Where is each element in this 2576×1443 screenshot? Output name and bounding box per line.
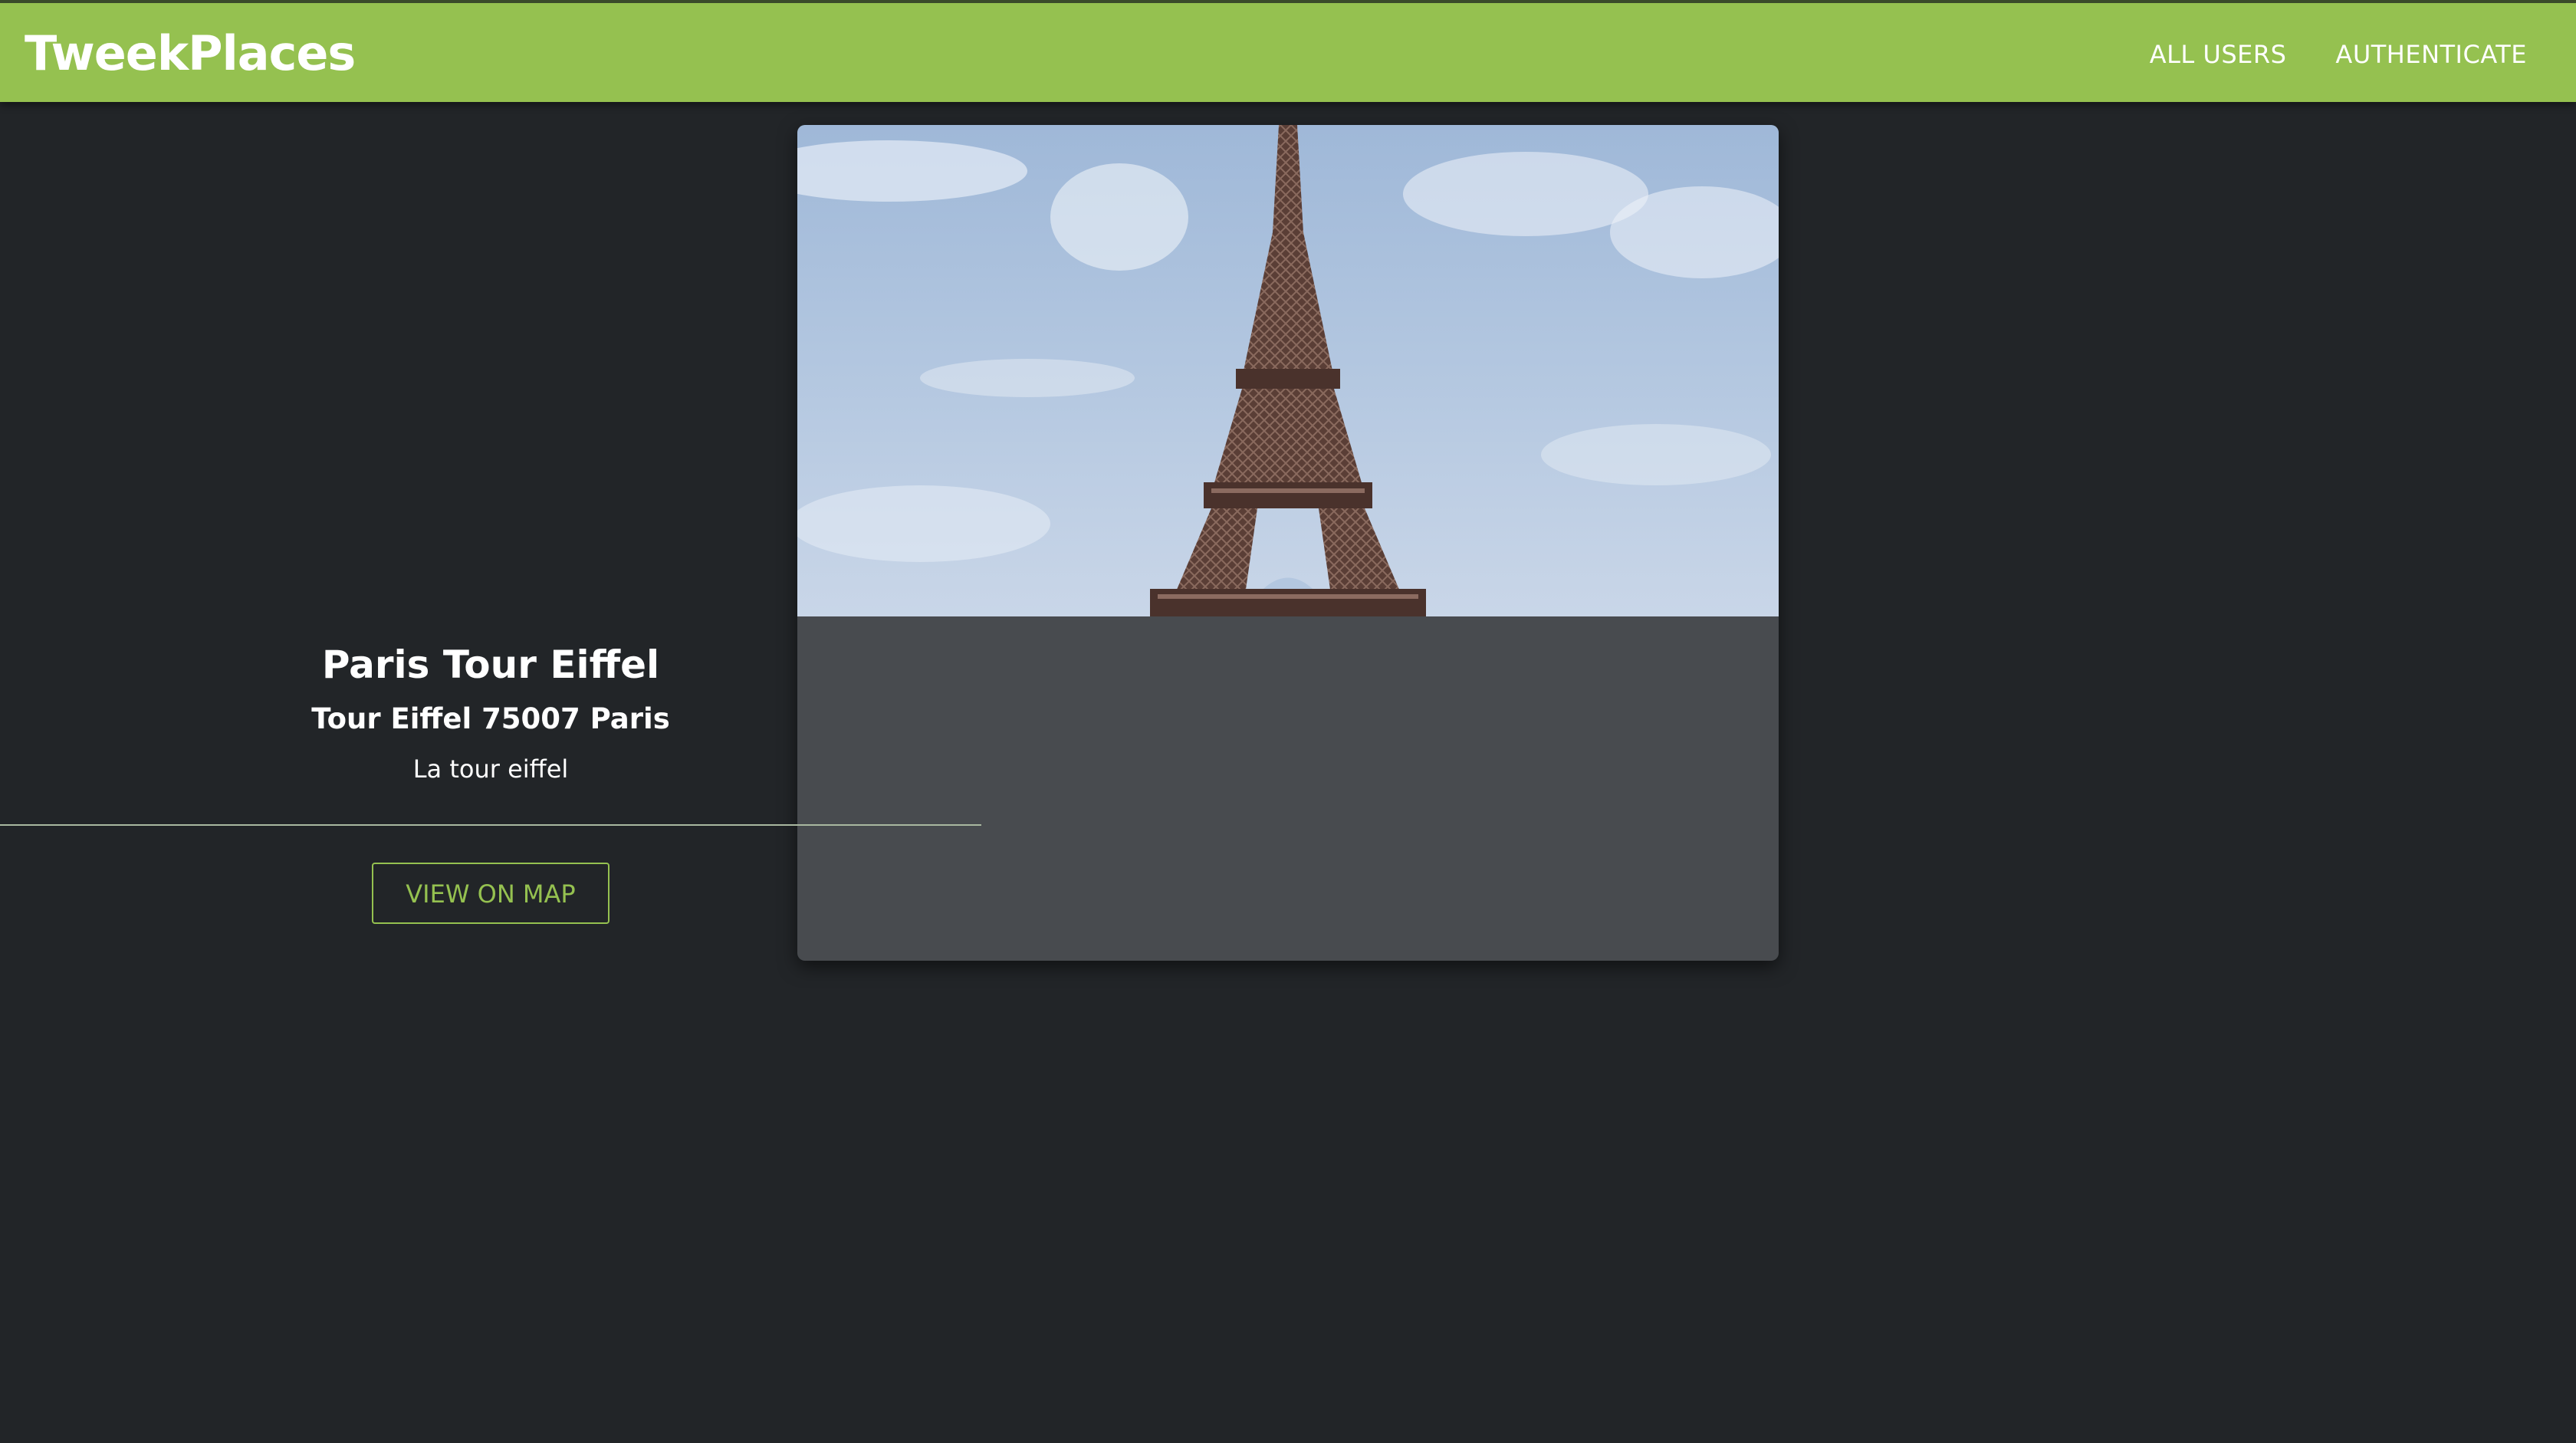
nav-all-users-link[interactable]: ALL USERS	[2150, 35, 2287, 74]
place-address: Tour Eiffel 75007 Paris	[311, 702, 670, 735]
place-image	[797, 125, 1779, 616]
place-title: Paris Tour Eiffel	[321, 643, 660, 687]
card-divider	[0, 824, 981, 826]
nav-authenticate-link[interactable]: AUTHENTICATE	[2335, 35, 2527, 74]
eiffel-tower-photo	[797, 125, 1779, 616]
place-description: La tour eiffel	[412, 754, 569, 784]
view-on-map-button[interactable]: VIEW ON MAP	[372, 863, 610, 924]
brand-logo[interactable]: TweekPlaces	[25, 23, 356, 84]
top-navbar: TweekPlaces ALL USERS AUTHENTICATE	[0, 0, 2576, 102]
nav-links: ALL USERS AUTHENTICATE	[2150, 35, 2527, 74]
